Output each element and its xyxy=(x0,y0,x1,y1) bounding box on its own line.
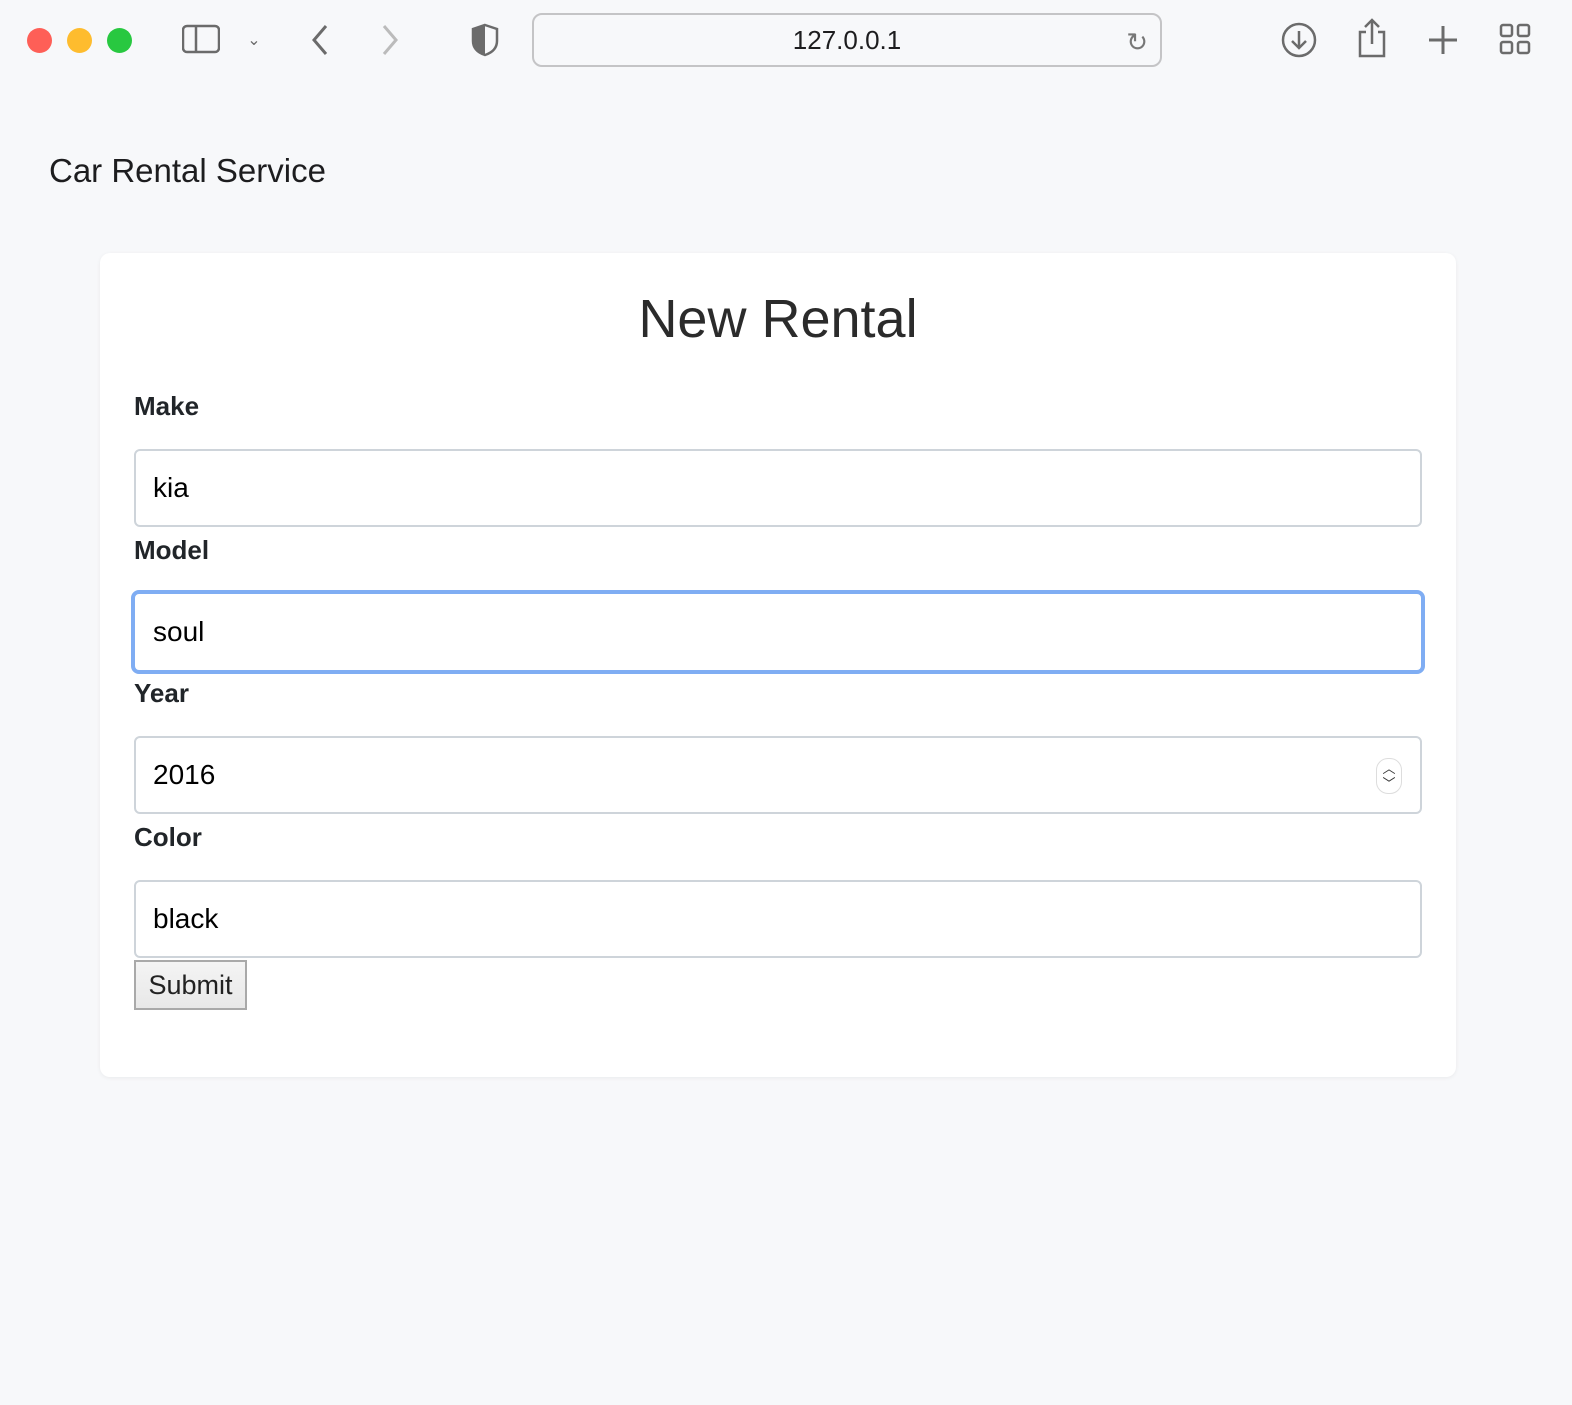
minimize-window-button[interactable] xyxy=(67,28,92,53)
make-input[interactable]: kia xyxy=(134,449,1422,527)
color-value: black xyxy=(153,903,219,934)
download-icon[interactable] xyxy=(1281,22,1317,58)
sidebar-icon[interactable] xyxy=(182,24,220,54)
tab-overview-icon[interactable] xyxy=(1498,22,1532,56)
shield-icon[interactable] xyxy=(470,22,500,58)
reload-icon[interactable]: ↻ xyxy=(1126,27,1148,58)
zoom-window-button[interactable] xyxy=(107,28,132,53)
forward-icon[interactable] xyxy=(378,22,402,58)
chevron-down-icon[interactable]: ﹀ xyxy=(1382,776,1395,791)
model-label: Model xyxy=(134,535,210,565)
make-value: kia xyxy=(153,472,189,503)
back-icon[interactable] xyxy=(308,22,332,58)
year-input[interactable]: 2016 ︿ ﹀ xyxy=(134,736,1422,814)
close-window-button[interactable] xyxy=(27,28,52,53)
form-title: New Rental xyxy=(638,289,918,349)
submit-button[interactable]: Submit xyxy=(134,960,247,1010)
share-icon[interactable] xyxy=(1355,18,1389,58)
address-bar[interactable]: 127.0.0.1 ↻ xyxy=(532,13,1162,67)
model-value: soul xyxy=(153,616,205,647)
chevron-down-icon[interactable]: ⌄ xyxy=(244,28,264,52)
make-label: Make xyxy=(134,391,200,421)
model-input[interactable]: soul xyxy=(131,590,1425,674)
color-input[interactable]: black xyxy=(134,880,1422,958)
chevron-up-icon[interactable]: ︿ xyxy=(1382,761,1395,776)
browser-toolbar: ⌄ 127.0.0.1 ↻ xyxy=(0,0,1572,82)
year-value: 2016 xyxy=(153,759,216,790)
year-stepper[interactable]: ︿ ﹀ xyxy=(1376,758,1402,794)
new-tab-icon[interactable] xyxy=(1426,22,1460,58)
year-label: Year xyxy=(134,678,189,708)
url-text: 127.0.0.1 xyxy=(792,24,902,55)
brand-title[interactable]: Car Rental Service xyxy=(49,152,326,190)
color-label: Color xyxy=(134,822,202,852)
